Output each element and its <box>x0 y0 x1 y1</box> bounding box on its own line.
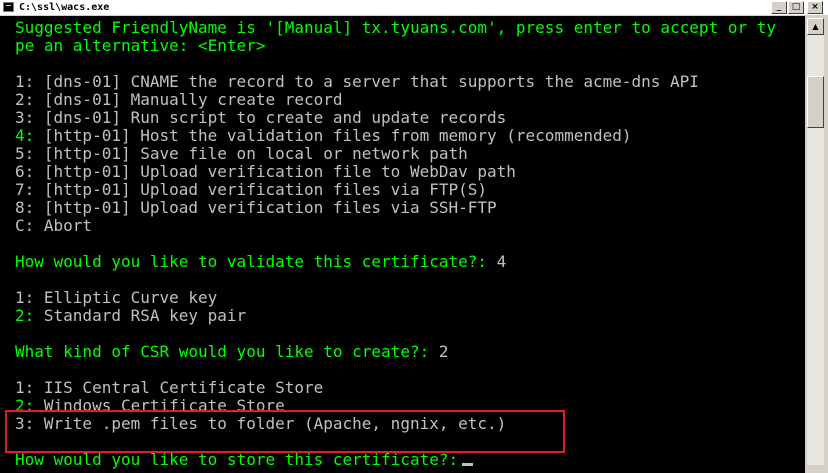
option-manual-record: 2: [dns-01] Manually create record <box>15 90 343 109</box>
store-prompt[interactable]: How would you like to store this certifi… <box>15 451 474 469</box>
prompt-text: How would you like to validate this cert… <box>15 252 488 271</box>
maximize-button[interactable]: □ <box>788 1 804 14</box>
window-title: C:\ssl\wacs.exe <box>19 2 110 13</box>
text-cursor <box>462 463 474 466</box>
console-window: C:\ssl\wacs.exe _ □ × Suggested Friendly… <box>0 0 828 473</box>
console-app-icon <box>3 2 14 12</box>
console-output[interactable]: Suggested FriendlyName is '[Manual] tx.t… <box>0 16 805 473</box>
scrollbar-thumb[interactable] <box>807 76 824 128</box>
option-iis-ccs: 1: IIS Central Certificate Store <box>15 378 324 397</box>
option-ftp: 7: [http-01] Upload verification files v… <box>15 180 488 199</box>
option-abort: C: Abort <box>15 216 93 235</box>
csr-prompt: What kind of CSR would you like to creat… <box>15 343 448 361</box>
prompt-text: What kind of CSR would you like to creat… <box>15 342 430 361</box>
option-acme-dns: 1: [dns-01] CNAME the record to a server… <box>15 72 699 91</box>
validation-prompt: How would you like to validate this cert… <box>15 253 506 271</box>
prompt-answer: 2 <box>429 342 449 361</box>
close-button[interactable]: × <box>807 1 823 14</box>
option-label: [http-01] Host the validation files from… <box>34 126 632 145</box>
option-default-marker: 4: <box>15 126 35 145</box>
red-highlight-box <box>5 410 565 453</box>
minimize-button[interactable]: _ <box>771 1 787 14</box>
scroll-up-arrow-icon[interactable]: ▲ <box>807 18 824 35</box>
prompt-answer: 4 <box>487 252 507 271</box>
option-run-script: 3: [dns-01] Run script to create and upd… <box>15 108 507 127</box>
option-webdav: 6: [http-01] Upload verification file to… <box>15 162 516 181</box>
console-line: pe an alternative: <Enter> <box>15 36 266 55</box>
option-host-memory: 4: [http-01] Host the validation files f… <box>15 127 632 145</box>
console-line: Suggested FriendlyName is '[Manual] tx.t… <box>15 18 776 37</box>
option-rsa-key: 2: Standard RSA key pair <box>15 307 246 325</box>
option-ec-key: 1: Elliptic Curve key <box>15 288 218 307</box>
option-default-marker: 2: <box>15 306 35 325</box>
title-bar[interactable]: C:\ssl\wacs.exe _ □ × <box>0 0 828 16</box>
option-ssh-ftp: 8: [http-01] Upload verification files v… <box>15 198 497 217</box>
option-label: Standard RSA key pair <box>34 306 247 325</box>
vertical-scrollbar[interactable]: ▲ <box>805 16 828 473</box>
option-save-file: 5: [http-01] Save file on local or netwo… <box>15 144 468 163</box>
